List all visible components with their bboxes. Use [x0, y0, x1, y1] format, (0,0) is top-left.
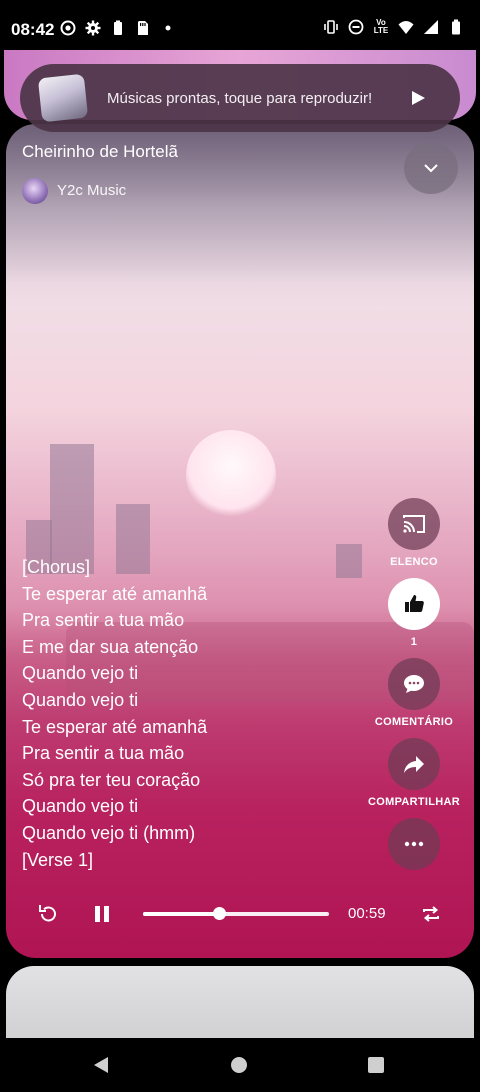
banner-text: Músicas prontas, toque para reproduzir!	[107, 90, 373, 107]
battery-icon	[452, 19, 460, 35]
share-arrow-icon	[404, 756, 424, 773]
thumbs-up-icon	[405, 595, 424, 612]
vibrate-icon	[324, 20, 338, 34]
comment-button[interactable]	[388, 658, 440, 710]
replay-icon[interactable]	[37, 903, 59, 925]
artist-name[interactable]: Y2c Music	[57, 182, 126, 199]
share-button[interactable]	[388, 738, 440, 790]
comment-icon	[404, 675, 424, 693]
share-label: COMPARTILHAR	[368, 796, 460, 808]
battery-saver-icon	[114, 20, 122, 35]
nav-back-icon[interactable]	[92, 1056, 110, 1074]
chevron-down-icon	[424, 164, 438, 173]
play-icon[interactable]	[410, 90, 426, 106]
seek-bar-progress	[143, 912, 220, 916]
song-card: Cheirinho de Hortelã Y2c Music [Chorus] …	[6, 124, 474, 958]
banner-album-art	[37, 73, 89, 123]
sunset-sun	[186, 430, 276, 520]
lyric-line: Quando vejo ti	[22, 796, 139, 817]
volte-lte-icon: Vo LTE	[373, 18, 389, 35]
nav-recents-icon[interactable]	[368, 1057, 384, 1073]
song-title: Cheirinho de Hortelã	[22, 142, 178, 161]
like-count: 1	[410, 636, 418, 648]
dot-icon	[165, 25, 171, 31]
like-button[interactable]	[388, 578, 440, 630]
repeat-icon[interactable]	[420, 903, 442, 925]
more-options-button[interactable]	[388, 818, 440, 870]
lyric-line: E me dar sua atenção	[22, 636, 199, 657]
artist-avatar[interactable]	[22, 178, 48, 204]
lyrics-list[interactable]: [Chorus] Te esperar até amanhã Pra senti…	[22, 554, 352, 871]
collapse-button[interactable]	[404, 142, 458, 194]
do-not-disturb-icon	[348, 19, 364, 35]
lyric-line: Te esperar até amanhã	[22, 716, 208, 737]
seek-bar-thumb[interactable]	[212, 907, 226, 920]
lyric-line: Quando vejo ti	[22, 663, 139, 684]
lyric-line: [Chorus]	[22, 557, 91, 577]
sd-card-icon	[138, 21, 148, 35]
lyric-line: Quando vejo ti (hmm)	[22, 822, 196, 843]
cast-label: ELENCO	[390, 556, 438, 568]
cast-icon	[403, 515, 425, 533]
lyric-line: Só pra ter teu coração	[22, 769, 201, 790]
settings-icon	[85, 20, 101, 36]
more-dots-icon	[404, 841, 424, 847]
next-card[interactable]	[6, 966, 474, 1046]
wifi-icon	[398, 21, 414, 34]
pause-icon[interactable]	[92, 904, 112, 924]
status-time: 08:42	[11, 20, 55, 39]
comment-label: COMENTÁRIO	[374, 716, 454, 728]
lyric-line: [Verse 1]	[22, 849, 94, 870]
signal-icon	[424, 20, 438, 34]
record-icon	[60, 20, 76, 36]
lyric-line: Te esperar até amanhã	[22, 583, 208, 604]
elapsed-time: 00:59	[348, 905, 386, 922]
navigation-bar	[0, 1038, 480, 1092]
lyric-line: Pra sentir a tua mão	[22, 743, 185, 764]
lyric-line: Quando vejo ti	[22, 689, 139, 710]
nav-home-icon[interactable]	[231, 1057, 247, 1073]
cast-button[interactable]	[388, 498, 440, 550]
ready-songs-banner[interactable]: Músicas prontas, toque para reproduzir!	[20, 64, 460, 132]
player-controls: 00:59	[6, 894, 474, 934]
lyric-line: Pra sentir a tua mão	[22, 610, 185, 631]
